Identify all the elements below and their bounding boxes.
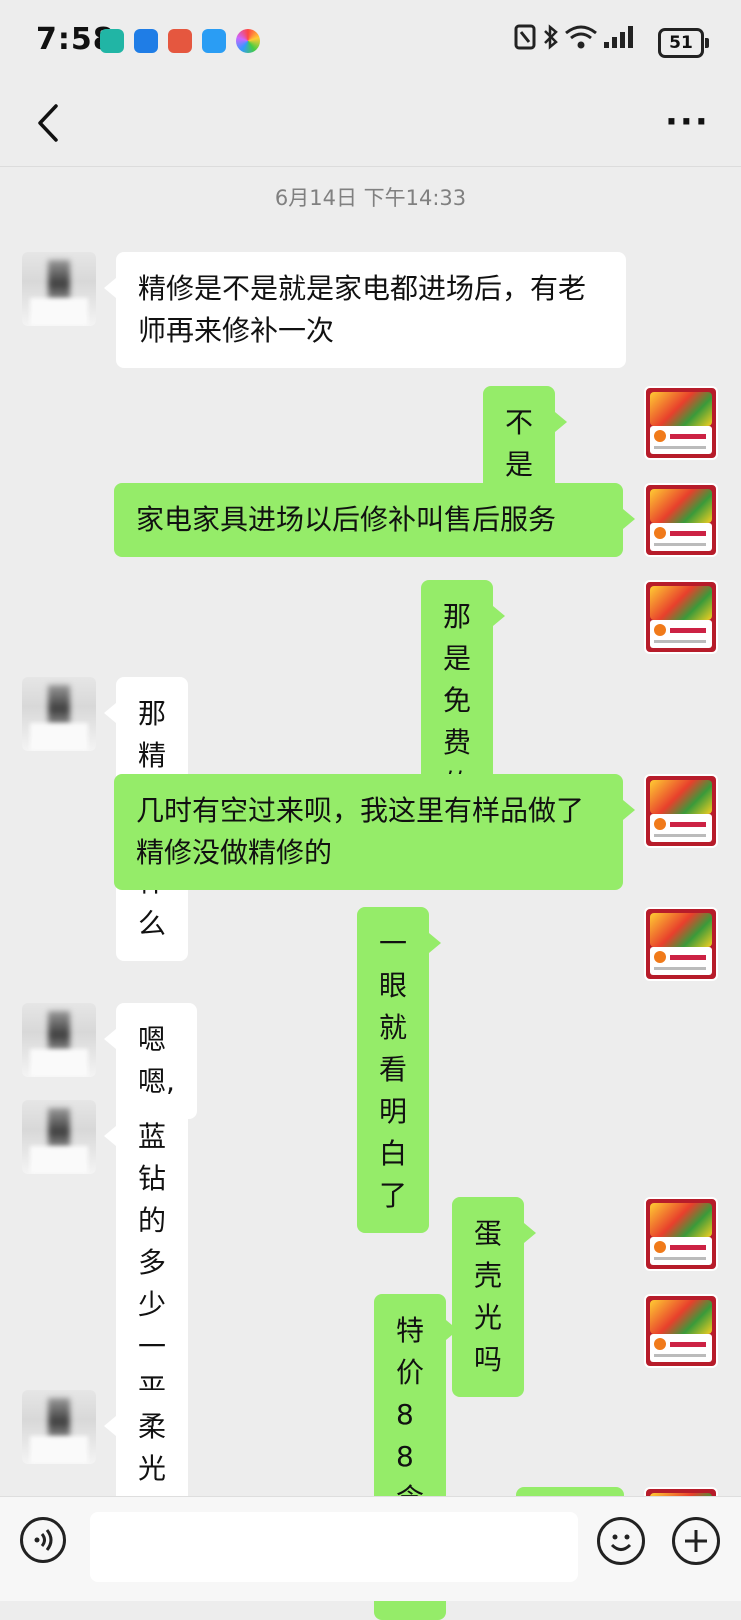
avatar[interactable] [22, 252, 96, 326]
app-notification-icon [100, 29, 124, 53]
avatar[interactable] [644, 483, 718, 557]
bluetooth-icon [544, 24, 558, 50]
plus-icon[interactable] [672, 1517, 720, 1565]
message-icon [202, 29, 226, 53]
avatar[interactable] [22, 1100, 96, 1174]
emoji-icon[interactable] [597, 1517, 645, 1565]
status-bar: 7:58 51 [0, 0, 741, 84]
message-input[interactable] [90, 1512, 578, 1582]
nfc-icon [514, 24, 536, 50]
message-bubble[interactable]: 精修是不是就是家电都进场后，有老师再来修补一次 [104, 252, 626, 368]
message-bubble[interactable]: 家电家具进场以后修补叫售后服务 [114, 483, 635, 557]
chevron-left-icon[interactable] [30, 98, 70, 148]
chat-title [220, 104, 520, 144]
app-notification-icon [168, 29, 192, 53]
message-bubble[interactable]: 柔光 [103, 1390, 189, 1506]
message-timestamp: 6月14日 下午14:33 [274, 186, 467, 210]
avatar[interactable] [22, 1390, 96, 1464]
message-bubble[interactable]: 蛋壳光吗 [452, 1197, 537, 1397]
message-bubble[interactable]: 蓝钻的多少一平 [103, 1100, 189, 1426]
message-bubble[interactable]: 几时有空过来呗，我这里有样品做了精修没做精修的 [114, 774, 635, 890]
avatar[interactable] [22, 1003, 96, 1077]
message-bubble[interactable]: 一眼就看明白了 [357, 907, 442, 1233]
avatar[interactable] [644, 580, 718, 654]
wifi-icon [565, 25, 597, 49]
avatar[interactable] [644, 907, 718, 981]
avatar[interactable] [644, 774, 718, 848]
avatar[interactable] [644, 1197, 718, 1271]
avatar[interactable] [22, 677, 96, 751]
more-icon[interactable]: ··· [665, 102, 710, 142]
photos-icon [236, 29, 260, 53]
avatar[interactable] [644, 386, 718, 460]
input-bar [0, 1496, 741, 1601]
app-notification-icon [134, 29, 158, 53]
battery-indicator: 51 [658, 28, 709, 58]
signal-icon [604, 26, 633, 48]
voice-icon[interactable] [20, 1517, 66, 1563]
chat-header: ··· [0, 84, 741, 167]
avatar[interactable] [644, 1294, 718, 1368]
